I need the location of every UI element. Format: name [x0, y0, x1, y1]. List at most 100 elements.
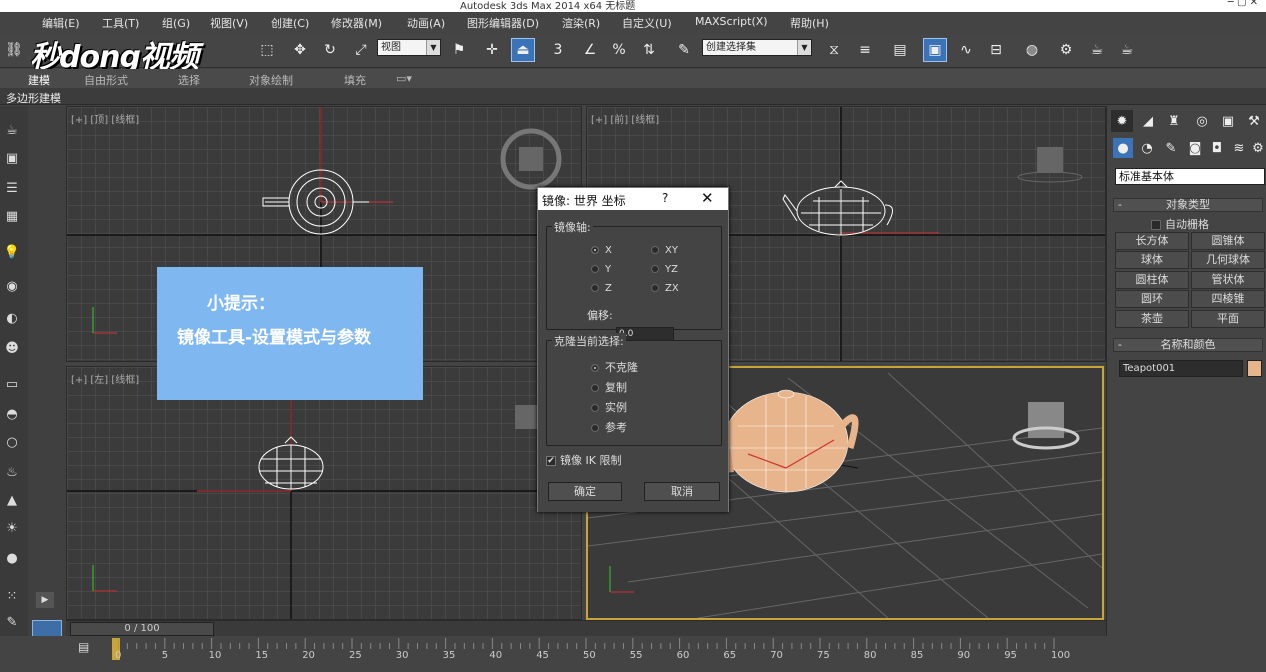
object-name-field[interactable]: Teapot001 — [1119, 360, 1243, 377]
ribbon-options-icon[interactable]: ▭▾ — [396, 72, 412, 85]
axis-zx-radio[interactable]: ZX — [651, 283, 679, 294]
menu-group[interactable]: 组(G) — [162, 15, 190, 31]
cylinder-button[interactable]: 圆柱体 — [1115, 271, 1189, 289]
geosphere-button[interactable]: 几何球体 — [1191, 251, 1265, 269]
list-tool-icon[interactable]: ☰ — [2, 178, 22, 198]
menu-customize[interactable]: 自定义(U) — [622, 15, 672, 31]
mirror-ik-checkbox[interactable]: ✔ 镜像 IK 限制 — [546, 452, 621, 468]
axis-z-radio[interactable]: Z — [591, 283, 612, 294]
torus-button[interactable]: 圆环 — [1115, 290, 1189, 308]
axis-y-radio[interactable]: Y — [591, 264, 611, 275]
sphere-tool-icon[interactable]: ◐ — [2, 308, 22, 328]
pot-tool-icon[interactable]: ♨ — [2, 462, 22, 482]
edit-named-selection-icon[interactable]: ✎ — [672, 38, 696, 62]
lights-icon[interactable]: ✎ — [1161, 138, 1181, 158]
align-icon[interactable]: ≡ — [853, 38, 877, 62]
scene-explorer-icon[interactable]: ▣ — [923, 38, 947, 62]
schematic-view-icon[interactable]: ⊟ — [984, 38, 1008, 62]
viewport-front-label[interactable]: [+] [前] [线框] — [591, 111, 659, 126]
object-type-rollout[interactable]: - 对象类型 — [1113, 198, 1263, 212]
menu-edit[interactable]: 编辑(E) — [42, 15, 80, 31]
window-controls[interactable]: ─ ▢ ✕ — [1228, 0, 1258, 8]
cameras-icon[interactable]: ◙ — [1185, 138, 1205, 158]
menu-graph-editors[interactable]: 图形编辑器(D) — [467, 15, 539, 31]
ribbon-tab-populate[interactable]: 填充 — [344, 72, 366, 88]
create-tab-icon[interactable]: ✹ — [1111, 110, 1133, 132]
axis-xy-radio[interactable]: XY — [651, 245, 678, 256]
viewport-left[interactable]: [+] [左] [线框] — [66, 366, 582, 620]
teapot-button[interactable]: 茶壶 — [1115, 310, 1189, 328]
light-tool-icon[interactable]: 💡 — [2, 242, 22, 262]
cone-tool-icon[interactable]: ▲ — [2, 490, 22, 510]
render-setup-icon[interactable]: ⚙ — [1054, 38, 1078, 62]
cancel-button[interactable]: 取消 — [644, 482, 720, 501]
dots-tool-icon[interactable]: ⁙ — [2, 586, 22, 606]
ribbon-tab-selection[interactable]: 选择 — [178, 72, 200, 88]
camera-tool-icon[interactable]: ◉ — [2, 276, 22, 296]
ok-button[interactable]: 确定 — [548, 482, 622, 501]
time-slider[interactable]: 0 / 100 — [70, 622, 214, 636]
helpers-icon[interactable]: ◘ — [1207, 138, 1227, 158]
mirror-icon[interactable]: ⧖ — [822, 38, 846, 62]
dialog-close-icon[interactable]: ✕ — [701, 189, 714, 207]
object-color-swatch[interactable] — [1247, 360, 1262, 377]
move-icon[interactable]: ✥ — [288, 38, 312, 62]
motion-tab-icon[interactable]: ◎ — [1191, 110, 1213, 132]
sun-tool-icon[interactable]: ☀ — [2, 518, 22, 538]
teapot-tool-icon[interactable]: ☕ — [2, 120, 22, 140]
select-region-icon[interactable]: ⬚ — [255, 38, 279, 62]
polygon-modeling-label[interactable]: 多边形建模 — [6, 90, 61, 106]
ribbon-tab-modeling[interactable]: 建模 — [28, 72, 50, 88]
track-bar[interactable]: ▤ 0 5 10 15 20 25 30 35 40 45 50 55 60 65 70 75 80 85 90 95… — [0, 636, 1266, 672]
hierarchy-tab-icon[interactable]: ♜ — [1163, 110, 1185, 132]
expand-arrow-icon[interactable]: ▶ — [36, 592, 54, 608]
ribbon-tab-object-paint[interactable]: 对象绘制 — [249, 72, 293, 88]
geometry-icon[interactable]: ● — [1113, 138, 1133, 158]
name-color-rollout[interactable]: - 名称和颜色 — [1113, 338, 1263, 352]
tube-button[interactable]: 管状体 — [1191, 271, 1265, 289]
link-icon[interactable]: ⛓ — [2, 38, 26, 62]
layer-manager-icon[interactable]: ▤ — [888, 38, 912, 62]
spinner-snap-icon[interactable]: ⇅ — [637, 38, 661, 62]
named-selection-set-select[interactable]: 创建选择集 ▼ — [702, 39, 812, 56]
grid-tool-icon[interactable]: ▦ — [2, 206, 22, 226]
reference-coord-select[interactable]: 视图 ▼ — [377, 39, 441, 56]
menu-animation[interactable]: 动画(A) — [407, 15, 445, 31]
image-tool-icon[interactable]: ▣ — [2, 148, 22, 168]
axis-x-radio[interactable]: X — [591, 245, 612, 256]
menu-view[interactable]: 视图(V) — [210, 15, 248, 31]
no-clone-radio[interactable]: 不克隆 — [591, 359, 638, 375]
dialog-help-icon[interactable]: ? — [662, 191, 668, 205]
spacewarps-icon[interactable]: ≋ — [1229, 138, 1249, 158]
cone-button[interactable]: 圆锥体 — [1191, 232, 1265, 250]
teapot-shaded[interactable] — [712, 389, 859, 493]
viewport-left-label[interactable]: [+] [左] [线框] — [71, 371, 139, 386]
menu-rendering[interactable]: 渲染(R) — [562, 15, 600, 31]
curve-editor-icon[interactable]: ∿ — [954, 38, 978, 62]
display-tab-icon[interactable]: ▣ — [1217, 110, 1239, 132]
render-production-icon[interactable]: ☕ — [1115, 38, 1139, 62]
sphere-button[interactable]: 球体 — [1115, 251, 1189, 269]
angle-snap-icon[interactable]: ∠ — [578, 38, 602, 62]
material-editor-icon[interactable]: ◍ — [1020, 38, 1044, 62]
autogrid-checkbox[interactable]: 自动栅格 — [1151, 216, 1209, 232]
menu-help[interactable]: 帮助(H) — [790, 15, 829, 31]
utilities-tab-icon[interactable]: ⚒ — [1243, 110, 1265, 132]
box-tool-icon[interactable]: ▭ — [2, 374, 22, 394]
menu-modifiers[interactable]: 修改器(M) — [331, 15, 382, 31]
menu-maxscript[interactable]: MAXScript(X) — [695, 15, 768, 28]
brush-tool-icon[interactable]: ✎ — [2, 612, 22, 632]
rendered-frame-icon[interactable]: ☕ — [1085, 38, 1109, 62]
viewport-top-label[interactable]: [+] [顶] [线框] — [71, 111, 139, 126]
scale-icon[interactable]: ⤢ — [349, 38, 373, 62]
dome-tool-icon[interactable]: ◓ — [2, 404, 22, 424]
plane-button[interactable]: 平面 — [1191, 310, 1265, 328]
snap-toggle-icon[interactable]: 3 — [546, 38, 570, 62]
systems-icon[interactable]: ⚙ — [1249, 138, 1266, 158]
instance-radio[interactable]: 实例 — [591, 399, 627, 415]
percent-snap-icon[interactable]: % — [607, 38, 631, 62]
pyramid-button[interactable]: 四棱锥 — [1191, 290, 1265, 308]
axis-yz-radio[interactable]: YZ — [651, 264, 678, 275]
track-bar-icon[interactable]: ▤ — [78, 640, 96, 660]
shapes-icon[interactable]: ◔ — [1137, 138, 1157, 158]
